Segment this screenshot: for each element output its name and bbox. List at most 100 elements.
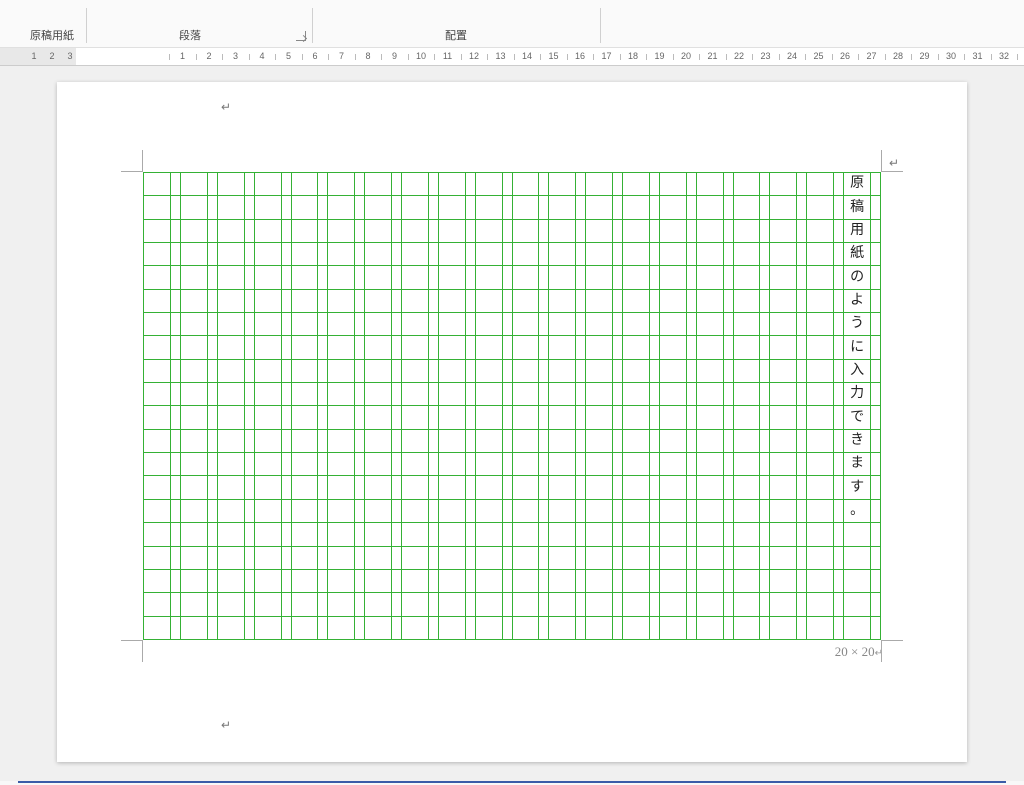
grid-cell[interactable] (439, 617, 465, 639)
grid-cell[interactable] (328, 547, 354, 570)
grid-cell[interactable] (328, 500, 354, 523)
grid-cell[interactable] (181, 570, 207, 593)
grid-cell[interactable]: す (844, 476, 870, 499)
grid-cell[interactable] (144, 406, 170, 429)
grid-cell[interactable] (513, 243, 539, 266)
grid-cell[interactable] (181, 453, 207, 476)
grid-cell[interactable]: の (844, 266, 870, 289)
grid-cell[interactable] (402, 500, 428, 523)
grid-cell[interactable] (586, 196, 612, 219)
grid-cell[interactable] (807, 430, 833, 453)
grid-cell[interactable] (770, 476, 796, 499)
grid-cell[interactable] (697, 617, 723, 639)
grid-cell[interactable] (770, 290, 796, 313)
grid-cell[interactable]: 稿 (844, 196, 870, 219)
grid-cell[interactable] (365, 617, 391, 639)
grid-cell[interactable] (144, 196, 170, 219)
grid-cell[interactable] (623, 453, 649, 476)
grid-cell[interactable] (623, 383, 649, 406)
grid-cell[interactable] (807, 617, 833, 639)
grid-cell[interactable] (144, 570, 170, 593)
grid-cell[interactable] (660, 196, 686, 219)
grid-cell[interactable] (365, 220, 391, 243)
grid-cell[interactable] (255, 547, 281, 570)
grid-cell[interactable] (697, 173, 723, 196)
grid-cell[interactable] (549, 453, 575, 476)
grid-cell[interactable] (549, 360, 575, 383)
grid-cell[interactable] (623, 360, 649, 383)
grid-cell[interactable] (513, 290, 539, 313)
grid-cell[interactable] (144, 617, 170, 639)
grid-cell[interactable] (365, 243, 391, 266)
grid-cell[interactable] (292, 523, 318, 546)
grid-cell[interactable] (623, 406, 649, 429)
grid-cell[interactable] (660, 173, 686, 196)
grid-cell[interactable] (513, 360, 539, 383)
document-viewport[interactable]: ↵ ↵ 原稿用紙のように入力できます。 20 × 20↵ ↵ (0, 66, 1024, 781)
grid-cell[interactable] (770, 313, 796, 336)
grid-cell[interactable] (807, 476, 833, 499)
grid-cell[interactable] (623, 430, 649, 453)
grid-cell[interactable] (697, 523, 723, 546)
grid-cell[interactable] (365, 290, 391, 313)
grid-cell[interactable] (218, 383, 244, 406)
grid-cell[interactable] (218, 500, 244, 523)
grid-cell[interactable] (513, 570, 539, 593)
grid-cell[interactable] (365, 173, 391, 196)
grid-cell[interactable] (218, 266, 244, 289)
grid-cell[interactable] (144, 173, 170, 196)
grid-cell[interactable] (439, 336, 465, 359)
grid-cell[interactable] (770, 593, 796, 616)
grid-cell[interactable] (292, 570, 318, 593)
grid-cell[interactable] (402, 220, 428, 243)
grid-cell[interactable] (144, 336, 170, 359)
grid-cell[interactable] (770, 500, 796, 523)
grid-cell[interactable] (439, 500, 465, 523)
grid-cell[interactable] (439, 593, 465, 616)
grid-cell[interactable] (328, 406, 354, 429)
grid-cell[interactable] (255, 243, 281, 266)
grid-cell[interactable] (181, 523, 207, 546)
grid-cell[interactable] (660, 617, 686, 639)
grid-cell[interactable] (697, 547, 723, 570)
grid-cell[interactable] (734, 476, 760, 499)
grid-cell[interactable] (770, 336, 796, 359)
grid-cell[interactable] (807, 360, 833, 383)
grid-cell[interactable] (255, 453, 281, 476)
grid-cell[interactable] (476, 453, 502, 476)
grid-cell[interactable] (402, 196, 428, 219)
grid-cell[interactable] (623, 523, 649, 546)
grid-cell[interactable] (807, 500, 833, 523)
grid-cell[interactable] (402, 290, 428, 313)
grid-cell[interactable] (549, 290, 575, 313)
grid-cell[interactable] (660, 570, 686, 593)
grid-cell[interactable] (549, 430, 575, 453)
grid-cell[interactable] (660, 360, 686, 383)
grid-cell[interactable] (292, 220, 318, 243)
grid-cell[interactable] (586, 220, 612, 243)
grid-cell[interactable] (365, 500, 391, 523)
grid-cell[interactable] (328, 336, 354, 359)
grid-cell[interactable] (807, 243, 833, 266)
grid-cell[interactable] (770, 430, 796, 453)
grid-cell[interactable] (402, 453, 428, 476)
grid-cell[interactable] (181, 313, 207, 336)
grid-cell[interactable]: に (844, 336, 870, 359)
grid-cell[interactable] (218, 173, 244, 196)
grid-cell[interactable] (513, 453, 539, 476)
grid-cell[interactable] (328, 430, 354, 453)
grid-cell[interactable]: ま (844, 453, 870, 476)
grid-cell[interactable] (513, 266, 539, 289)
grid-cell[interactable] (734, 196, 760, 219)
grid-cell[interactable] (328, 173, 354, 196)
grid-cell[interactable] (181, 430, 207, 453)
grid-cell[interactable] (549, 476, 575, 499)
grid-cell[interactable] (144, 243, 170, 266)
grid-cell[interactable] (218, 593, 244, 616)
grid-cell[interactable] (770, 220, 796, 243)
grid-cell[interactable] (697, 196, 723, 219)
grid-cell[interactable] (144, 266, 170, 289)
grid-cell[interactable] (181, 383, 207, 406)
grid-cell[interactable] (549, 220, 575, 243)
grid-cell[interactable] (439, 476, 465, 499)
